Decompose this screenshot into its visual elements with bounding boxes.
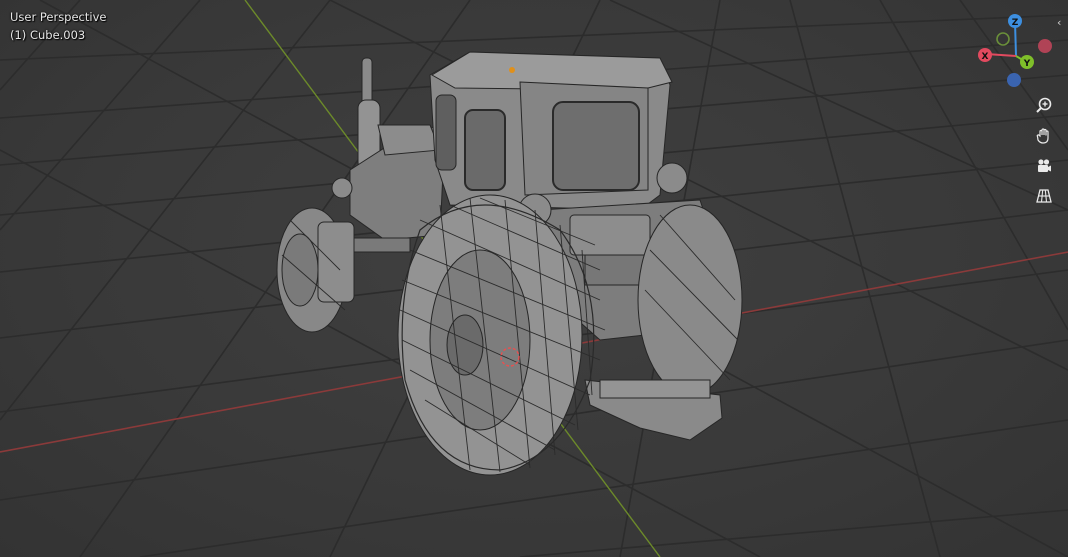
- active-object-label: (1) Cube.003: [10, 28, 86, 42]
- 3d-viewport[interactable]: User Perspective (1) Cube.003 ‹ Z X Y: [0, 0, 1068, 557]
- neg-z-axis-handle[interactable]: [1007, 73, 1021, 87]
- origin-dot: [509, 67, 515, 73]
- neg-x-axis-handle[interactable]: [1038, 39, 1052, 53]
- scene-render[interactable]: [0, 0, 1068, 557]
- y-axis-label: Y: [1023, 59, 1031, 69]
- camera-view-button[interactable]: [1032, 154, 1056, 178]
- navigation-gizmo[interactable]: Z X Y: [970, 8, 1060, 93]
- grid-perspective-icon: [1036, 189, 1052, 203]
- pan-button[interactable]: [1032, 124, 1056, 148]
- hand-icon: [1036, 128, 1049, 144]
- perspective-toggle-button[interactable]: [1032, 184, 1056, 208]
- camera-icon: [1038, 159, 1051, 172]
- view-name-label: User Perspective: [10, 10, 107, 24]
- tractor-model[interactable]: [276, 51, 743, 476]
- neg-y-axis-handle[interactable]: [996, 32, 1010, 46]
- zoom-button[interactable]: [1032, 94, 1056, 118]
- x-axis-label: X: [982, 52, 989, 62]
- zoom-in-icon: [1036, 97, 1052, 113]
- z-axis-label: Z: [1012, 18, 1019, 28]
